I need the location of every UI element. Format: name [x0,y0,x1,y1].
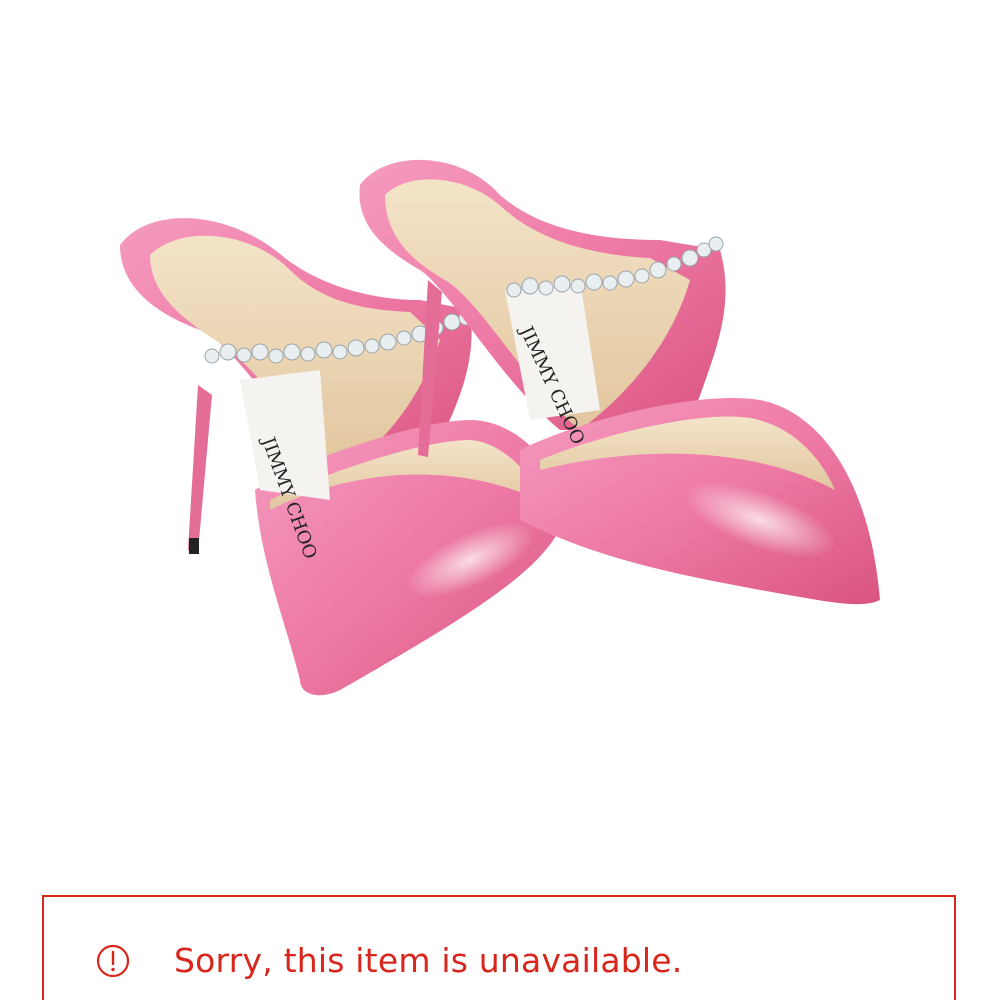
unavailable-alert: Sorry, this item is unavailable. [42,895,956,1000]
exclamation-circle-icon [96,944,130,978]
product-page: JIMMY CHOO JIMMY CHOO Sorry, this item i… [0,0,1000,1000]
alert-message: Sorry, this item is unavailable. [174,941,683,980]
product-image: JIMMY CHOO JIMMY CHOO [0,0,1000,870]
